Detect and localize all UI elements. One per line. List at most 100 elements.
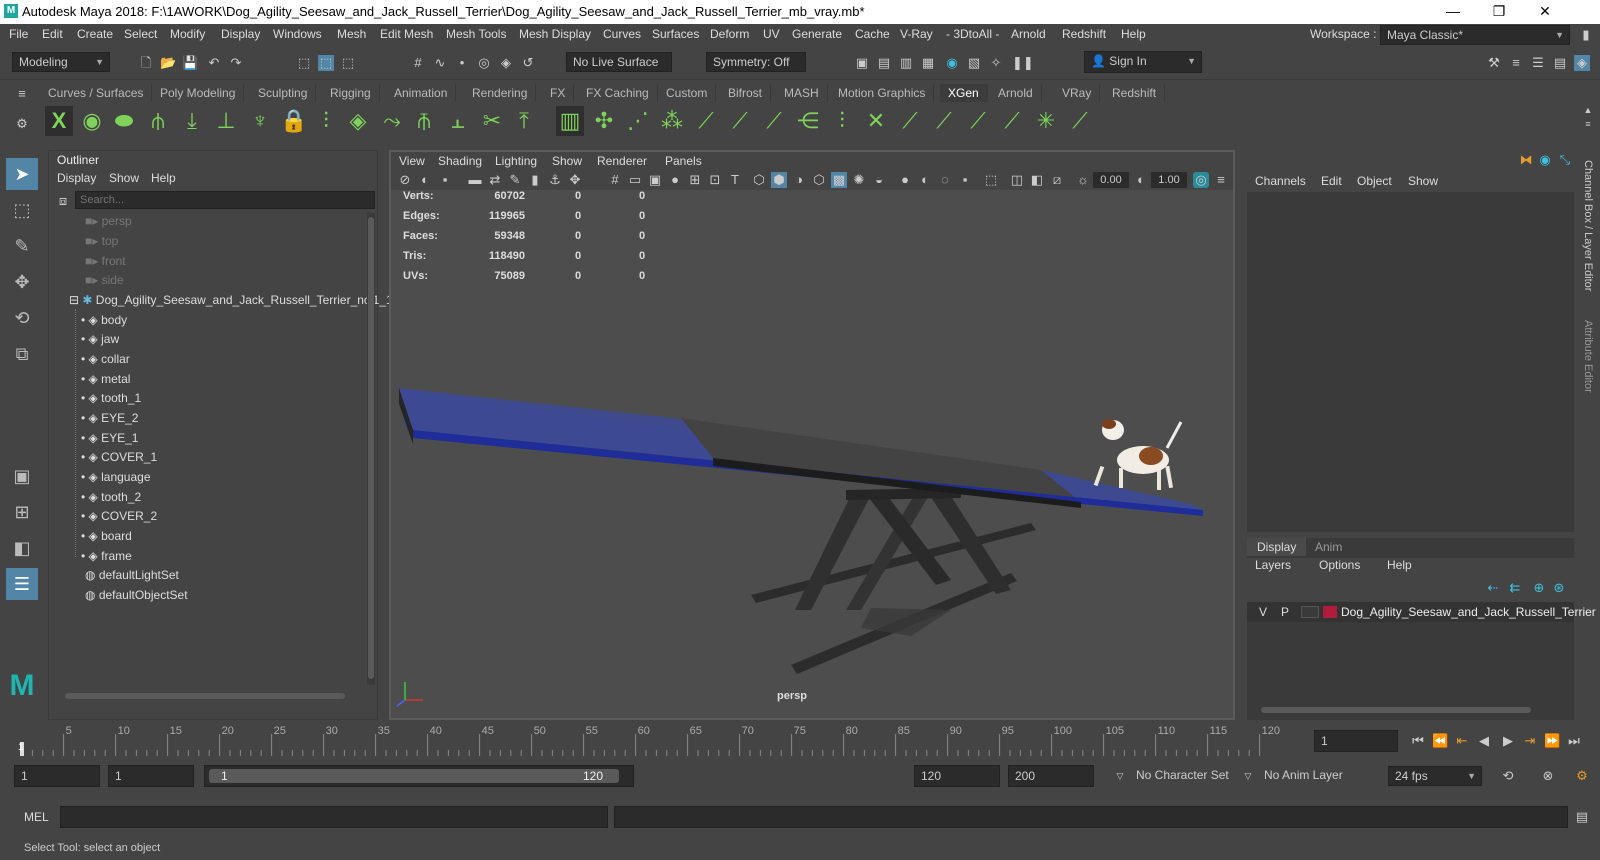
viewport-menu-show[interactable]: Show xyxy=(552,154,582,168)
play-forward-icon[interactable]: ▶ xyxy=(1500,733,1516,749)
viewport-menu-renderer[interactable]: Renderer xyxy=(597,154,647,168)
xgen-sparkle-icon[interactable]: ✳ xyxy=(1032,106,1060,136)
rotate-tool-icon[interactable]: ⟲ xyxy=(6,302,38,334)
outliner-item-frame[interactable]: • ◈ frame xyxy=(81,546,132,566)
layer-row[interactable]: V P Dog_Agility_Seesaw_and_Jack_Russell_… xyxy=(1247,602,1596,622)
new-layer-icon[interactable]: ⊕ xyxy=(1531,580,1547,596)
menu-arnold[interactable]: Arnold xyxy=(1011,27,1046,41)
animation-end-field[interactable]: 200 xyxy=(1008,765,1094,787)
channels-menu-channels[interactable]: Channels xyxy=(1255,174,1306,188)
snap-live-icon[interactable]: ↺ xyxy=(520,55,536,71)
layer-menu-options[interactable]: Options xyxy=(1319,558,1360,572)
outliner-item-collar[interactable]: • ◈ collar xyxy=(81,349,130,369)
gamma-field[interactable]: 1.00 xyxy=(1151,172,1187,188)
xgen-length-icon[interactable]: ⟋ xyxy=(692,106,720,136)
character-set-dropdown[interactable]: No Character Set xyxy=(1130,765,1234,787)
layer-playback-toggle[interactable]: P xyxy=(1277,605,1293,619)
viewport-toolbar-more-icon[interactable]: ≡ xyxy=(1213,172,1229,188)
xgen-grid-icon[interactable]: ▥ xyxy=(556,106,584,136)
snap-view-icon[interactable]: ◎ xyxy=(476,55,492,71)
attribute-editor-toggle-icon[interactable]: ≡ xyxy=(1508,55,1524,71)
xgen-editor-icon[interactable]: X xyxy=(45,106,73,136)
pause-icon[interactable]: ❚❚ xyxy=(1012,55,1034,71)
workspace-dropdown[interactable]: Maya Classic* ▼ xyxy=(1380,25,1570,45)
wireframe-icon[interactable]: ⬡ xyxy=(751,172,767,188)
move-layer-up-icon[interactable]: ⇠ xyxy=(1485,580,1501,596)
shelf-tab-sculpting[interactable]: Sculpting xyxy=(250,84,317,102)
tool-settings-icon[interactable]: ⤡ xyxy=(1557,152,1573,168)
film-gate-icon[interactable]: ▭ xyxy=(627,172,643,188)
grease-pencil-icon[interactable]: ✎ xyxy=(507,172,523,188)
menu-set-dropdown[interactable]: Modeling ▼ xyxy=(12,52,110,72)
xgen-attract-icon[interactable]: ⟋ xyxy=(726,106,754,136)
character-set-chevron-icon[interactable]: ▽ xyxy=(1112,768,1128,784)
xgen-brush-icon[interactable]: ✣ xyxy=(590,106,618,136)
layer-visibility-toggle[interactable]: V xyxy=(1255,605,1271,619)
ambient-occlusion-icon[interactable]: ● xyxy=(897,172,913,188)
mel-command-input[interactable] xyxy=(60,806,608,828)
outliner-item-board[interactable]: • ◈ board xyxy=(81,526,132,546)
shelf-menu-icon[interactable]: ≡ xyxy=(14,86,30,102)
shelf-tab-xgen[interactable]: XGen xyxy=(940,84,988,102)
step-back-icon[interactable]: ⏪ xyxy=(1432,733,1448,749)
open-scene-icon[interactable]: 📂 xyxy=(160,55,176,71)
shelf-tab-curves-surfaces[interactable]: Curves / Surfaces xyxy=(40,84,153,102)
outliner-layout-icon[interactable]: ☰ xyxy=(6,568,38,600)
isolate-select-icon[interactable]: ⬚ xyxy=(983,172,999,188)
xgen-patch-icon[interactable]: ⬬ xyxy=(110,106,138,136)
select-hierarchy-icon[interactable]: ⬚ xyxy=(296,55,312,71)
shelf-tab-rendering[interactable]: Rendering xyxy=(464,84,537,102)
xgen-twist-icon[interactable]: ✕ xyxy=(862,106,890,136)
select-tool-icon[interactable]: ➤ xyxy=(6,158,38,190)
outliner-item-language[interactable]: • ◈ language xyxy=(81,467,151,487)
outliner-vertical-scrollbar[interactable] xyxy=(367,213,375,685)
snap-surface-icon[interactable]: ◈ xyxy=(498,55,514,71)
save-scene-icon[interactable]: 💾 xyxy=(182,55,198,71)
menu-edit-mesh[interactable]: Edit Mesh xyxy=(380,27,433,41)
menu-deform[interactable]: Deform xyxy=(710,27,749,41)
shadows-icon[interactable]: ◒ xyxy=(871,172,887,188)
safe-action-icon[interactable]: ⊡ xyxy=(707,172,723,188)
layer-tab-anim[interactable]: Anim xyxy=(1315,540,1342,554)
bookmark-icon[interactable]: ▪ xyxy=(437,172,453,188)
close-button[interactable]: ✕ xyxy=(1522,0,1568,24)
shelf-tab-poly-modeling[interactable]: Poly Modeling xyxy=(152,84,245,102)
go-to-end-icon[interactable]: ⏭ xyxy=(1566,733,1582,749)
playback-start-field[interactable]: 1 xyxy=(108,765,194,787)
layer-menu-layers[interactable]: Layers xyxy=(1255,558,1291,572)
shelf-tab-motion-graphics[interactable]: Motion Graphics xyxy=(830,84,935,102)
move-layer-down-icon[interactable]: ⇇ xyxy=(1507,580,1523,596)
channels-menu-show[interactable]: Show xyxy=(1408,174,1438,188)
tool-settings-toggle-icon[interactable]: ☰ xyxy=(1530,55,1546,71)
xray-joints-icon[interactable]: ◧ xyxy=(1029,172,1045,188)
menu-curves[interactable]: Curves xyxy=(603,27,641,41)
outliner-item-tooth-2[interactable]: • ◈ tooth_2 xyxy=(81,487,141,507)
xgen-mask-icon[interactable]: ⟋ xyxy=(964,106,992,136)
menu-display[interactable]: Display xyxy=(221,27,260,41)
outliner-item-top[interactable]: ■▸ top xyxy=(85,231,118,251)
xgen-sculpt-guides-icon[interactable]: ♆ xyxy=(246,106,274,136)
xgen-stack-icon[interactable]: ◈ xyxy=(344,106,372,136)
shelf-tab-fx-caching[interactable]: FX Caching xyxy=(578,84,658,102)
shelf-tab-animation[interactable]: Animation xyxy=(386,84,457,102)
shelf-tab-bifrost[interactable]: Bifrost xyxy=(720,84,772,102)
anim-layer-dropdown[interactable]: No Anim Layer xyxy=(1258,765,1362,787)
menu-redshift[interactable]: Redshift xyxy=(1062,27,1106,41)
script-editor-icon[interactable]: ▤ xyxy=(1574,809,1590,825)
snap-point-icon[interactable]: • xyxy=(454,55,470,71)
xgen-comb-icon[interactable]: ⫠ xyxy=(444,106,472,136)
xgen-width-icon[interactable]: ⟋ xyxy=(1066,106,1094,136)
mel-label[interactable]: MEL xyxy=(24,810,49,824)
shelf-settings-gear-icon[interactable]: ⚙ xyxy=(14,116,30,132)
four-view-layout-icon[interactable]: ⊞ xyxy=(6,496,38,528)
menu-mesh-tools[interactable]: Mesh Tools xyxy=(446,27,506,41)
animation-preferences-icon[interactable]: ⚙ xyxy=(1574,768,1590,784)
time-slider[interactable]: 5 10 15 20 25 30 35 40 45 50 55 60 65 70 75 80 85 90 95 100… xyxy=(0,724,1600,758)
gate-mask-icon[interactable]: ● xyxy=(667,172,683,188)
current-frame-field[interactable]: 1 xyxy=(1314,730,1398,752)
shelf-tab-custom[interactable]: Custom xyxy=(658,84,717,102)
filter-icon[interactable]: ⧈ xyxy=(55,193,71,209)
default-material-icon[interactable]: ◑ xyxy=(791,172,807,188)
xgen-rebuild-icon[interactable]: ⤒ xyxy=(510,106,538,136)
ipr-render-icon[interactable]: ▥ xyxy=(898,55,914,71)
